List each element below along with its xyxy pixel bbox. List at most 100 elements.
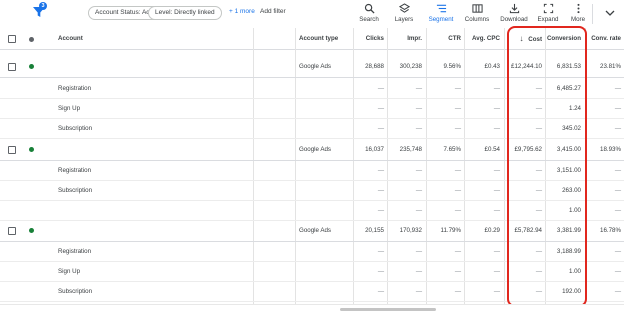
account-row[interactable]: Google Ads 16,037 235,748 7.65% £0.54 £9,795.…	[0, 139, 624, 161]
impr-cell: 170,932	[399, 227, 422, 234]
header-account[interactable]: Account	[58, 28, 83, 50]
segment-button[interactable]: Segment	[423, 2, 459, 26]
clicks-cell: —	[377, 268, 384, 275]
ctr-cell: —	[454, 288, 461, 295]
header-conversions[interactable]: Conversion	[546, 28, 581, 50]
impr-cell: —	[415, 288, 422, 295]
conversions-cell: 6,485.27	[556, 85, 581, 92]
header-cost[interactable]: ↓ Cost	[508, 28, 542, 50]
columns-button[interactable]: Columns	[459, 2, 495, 26]
conv-rate-cell: —	[614, 187, 621, 194]
filter-count-badge: 3	[39, 2, 47, 10]
conversions-cell: 263.00	[562, 187, 581, 194]
segment-row[interactable]: Registration — — — — — 3,151.00 —	[0, 161, 624, 181]
horizontal-scrollbar[interactable]	[0, 304, 624, 316]
search-button[interactable]: Search	[351, 2, 387, 26]
row-checkbox[interactable]	[8, 63, 16, 71]
select-all-checkbox[interactable]	[8, 35, 16, 43]
ctr-cell: —	[454, 105, 461, 112]
conv-rate-cell: —	[614, 288, 621, 295]
conversions-cell: 3,381.99	[556, 227, 581, 234]
clicks-cell: —	[377, 288, 384, 295]
segment-row[interactable]: Sign Up — — — — — 1.00 —	[0, 262, 624, 282]
ctr-cell: —	[454, 167, 461, 174]
layers-icon	[398, 3, 410, 13]
row-checkbox[interactable]	[8, 146, 16, 154]
scrollbar-thumb[interactable]	[340, 308, 436, 311]
avg-cpc-cell: —	[493, 207, 500, 214]
header-impr[interactable]: Impr.	[386, 28, 422, 50]
clicks-cell: —	[377, 167, 384, 174]
account-type-cell: Google Ads	[299, 227, 331, 234]
clicks-cell: 16,037	[365, 146, 384, 153]
impr-cell: —	[415, 248, 422, 255]
avg-cpc-cell: £0.29	[484, 227, 500, 234]
download-icon	[509, 3, 519, 14]
conversions-cell: 3,151.00	[556, 167, 581, 174]
row-checkbox[interactable]	[8, 227, 16, 235]
more-button[interactable]: More	[560, 2, 596, 26]
cost-cell: —	[535, 167, 542, 174]
sort-descending-icon: ↓	[519, 34, 524, 43]
segment-row[interactable]: Subscription — — — — — 263.00 —	[0, 181, 624, 201]
impr-cell: 235,748	[399, 146, 422, 153]
conv-rate-cell: —	[614, 105, 621, 112]
conversions-cell: 192.00	[562, 288, 581, 295]
toolbar: 3 Account Status: Active Level: Directly…	[0, 0, 624, 28]
cost-cell: £12,244.10	[511, 63, 542, 70]
add-filter-button[interactable]: Add filter	[260, 8, 286, 15]
segment-row[interactable]: Subscription — — — — — 192.00 —	[0, 282, 624, 302]
impr-cell: —	[415, 187, 422, 194]
download-button[interactable]: Download	[496, 2, 532, 26]
layers-button[interactable]: Layers	[386, 2, 422, 26]
ctr-cell: 7.65%	[443, 146, 461, 153]
clicks-cell: 20,155	[365, 227, 384, 234]
header-ctr[interactable]: CTR	[424, 28, 461, 50]
clicks-cell: —	[377, 248, 384, 255]
avg-cpc-cell: £0.43	[484, 63, 500, 70]
header-conv-rate[interactable]: Conv. rate	[586, 28, 621, 50]
segment-row[interactable]: Registration — — — — — 6,485.27 —	[0, 79, 624, 99]
avg-cpc-cell: —	[493, 125, 500, 132]
header-avg-cpc[interactable]: Avg. CPC	[463, 28, 500, 50]
cost-cell: —	[535, 105, 542, 112]
segment-row[interactable]: Registration — — — — — 3,188.99 —	[0, 242, 624, 262]
conv-rate-cell: —	[614, 248, 621, 255]
account-row[interactable]: Google Ads 28,688 300,238 9.56% £0.43 £12,244…	[0, 56, 624, 78]
status-dot	[29, 228, 34, 233]
segment-label: Registration	[58, 85, 92, 92]
segment-row[interactable]: Subscription — — — — — 345.02 —	[0, 119, 624, 139]
filter-chip-level[interactable]: Level: Directly linked	[148, 6, 222, 20]
chevron-down-icon[interactable]	[604, 8, 616, 18]
cost-cell: —	[535, 288, 542, 295]
conversions-cell: 6,831.53	[556, 63, 581, 70]
columns-icon	[471, 4, 483, 13]
header-account-type[interactable]: Account type	[299, 28, 338, 50]
ctr-cell: —	[454, 248, 461, 255]
avg-cpc-cell: —	[493, 288, 500, 295]
cost-cell: —	[535, 85, 542, 92]
avg-cpc-cell: —	[493, 248, 500, 255]
avg-cpc-cell: —	[493, 268, 500, 275]
segment-row[interactable]: — — — — — 1.00 —	[0, 201, 624, 221]
segment-label: Sign Up	[58, 105, 81, 112]
avg-cpc-cell: —	[493, 85, 500, 92]
account-type-cell: Google Ads	[299, 63, 331, 70]
conversions-cell: 1.24	[568, 105, 581, 112]
segment-label: Registration	[58, 248, 92, 255]
more-filters-link[interactable]: + 1 more	[229, 8, 255, 15]
toolbar-divider	[592, 4, 593, 24]
cost-cell: —	[535, 248, 542, 255]
segment-label: Sign Up	[58, 268, 81, 275]
impr-cell: —	[415, 105, 422, 112]
impr-cell: 300,238	[399, 63, 422, 70]
clicks-cell: —	[377, 125, 384, 132]
clicks-cell: —	[377, 105, 384, 112]
segment-row[interactable]: Sign Up — — — — — 1.24 —	[0, 99, 624, 119]
header-clicks[interactable]: Clicks	[350, 28, 384, 50]
segment-label: Segment	[428, 16, 454, 23]
status-dot	[29, 64, 34, 69]
download-label: Download	[500, 16, 528, 23]
account-row[interactable]: Google Ads 20,155 170,932 11.79% £0.29 £5,782…	[0, 220, 624, 242]
conversions-cell: 3,415.00	[556, 146, 581, 153]
